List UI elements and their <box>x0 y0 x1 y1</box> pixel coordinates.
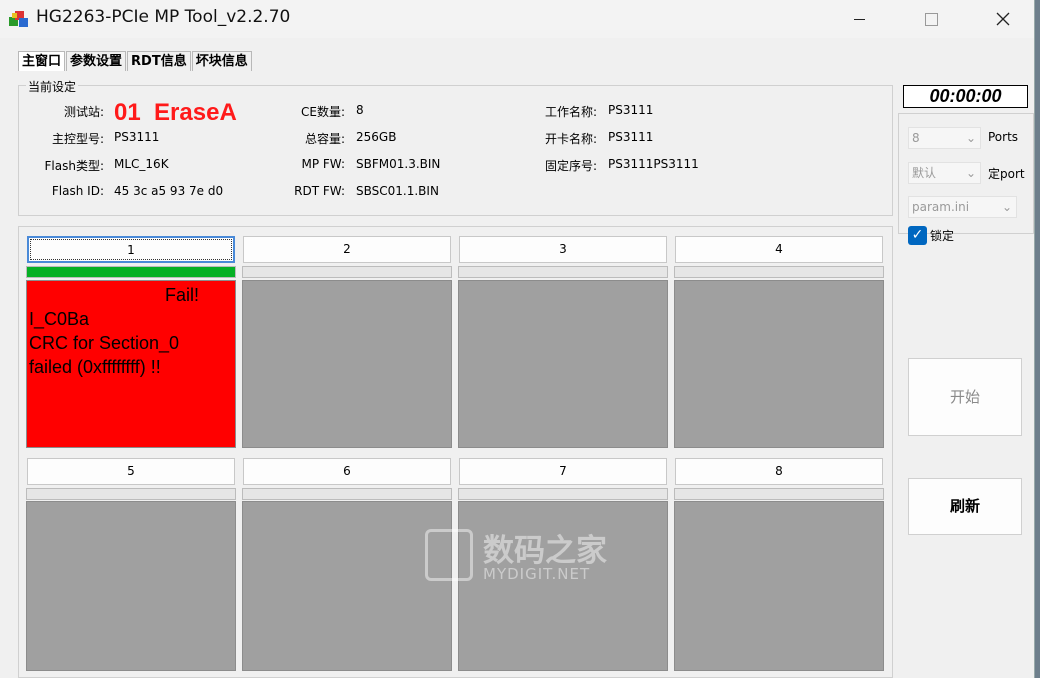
ini-select-value: param.ini <box>912 200 970 214</box>
port-6-button[interactable]: 6 <box>243 458 451 485</box>
work-name-value: PS3111 <box>608 103 654 117</box>
flash-type-value: MLC_16K <box>114 157 169 171</box>
port-5-progress <box>26 488 236 500</box>
ce-count-label: CE数量: <box>300 105 345 119</box>
ports-select-value: 8 <box>912 131 920 145</box>
app-icon <box>9 11 28 27</box>
maximize-icon <box>924 12 938 26</box>
lock-checkbox[interactable]: ✓ <box>908 226 927 245</box>
station-number: 01 <box>114 99 141 126</box>
start-button[interactable]: 开始 <box>908 358 1022 436</box>
watermark-logo-icon <box>425 529 473 581</box>
ini-select[interactable]: param.ini ⌄ <box>908 196 1017 218</box>
port-1-progress-fill <box>27 267 235 277</box>
port-1-fail-line: failed (0xffffffff) !! <box>29 357 161 377</box>
ce-count-value: 8 <box>356 103 364 117</box>
port-1-button[interactable]: 1 <box>27 236 235 263</box>
port-8-button[interactable]: 8 <box>675 458 883 485</box>
watermark: 数码之家 MYDIGIT.NET <box>425 523 625 583</box>
chevron-down-icon: ⌄ <box>965 131 976 145</box>
port-2-status-panel <box>242 280 452 448</box>
ports-select[interactable]: 8 ⌄ <box>908 127 981 149</box>
watermark-cn: 数码之家 <box>483 533 607 569</box>
port-7-button[interactable]: 7 <box>459 458 667 485</box>
station-display: 01 EraseA <box>114 99 237 127</box>
timer-display: 00:00:00 <box>903 85 1028 108</box>
tab-params[interactable]: 参数设置 <box>66 51 127 71</box>
port-1-fail-line: CRC for Section_0 <box>29 333 180 353</box>
mp-fw-value: SBFM01.3.BIN <box>356 157 441 171</box>
port-3-status-panel <box>458 280 668 448</box>
work-name-label: 工作名称: <box>544 105 597 119</box>
port-8-status-panel <box>674 501 884 671</box>
port-8-progress <box>674 488 884 500</box>
close-icon <box>996 12 1010 26</box>
tab-main[interactable]: 主窗口 <box>18 51 66 71</box>
port-7-progress <box>458 488 668 500</box>
chevron-down-icon: ⌄ <box>1001 200 1012 214</box>
current-settings-label: 当前设定 <box>26 78 79 95</box>
port-4-progress <box>674 266 884 278</box>
fixed-serial-value: PS3111PS3111 <box>608 157 699 171</box>
port-6-progress <box>242 488 452 500</box>
refresh-button[interactable]: 刷新 <box>908 478 1022 535</box>
port-3-progress <box>458 266 668 278</box>
port-2-button[interactable]: 2 <box>243 236 451 263</box>
port-4-status-panel <box>674 280 884 448</box>
capacity-value: 256GB <box>356 130 397 144</box>
chevron-down-icon: ⌄ <box>965 166 976 180</box>
window-title: HG2263-PCIe MP Tool_v2.2.70 <box>36 7 291 27</box>
mp-fw-label: MP FW: <box>301 157 345 171</box>
tab-rdt-info[interactable]: RDT信息 <box>127 51 191 71</box>
fix-port-label: 定port <box>988 167 1025 181</box>
port-5-status-panel <box>26 501 236 671</box>
card-name-value: PS3111 <box>608 130 654 144</box>
fixed-serial-label: 固定序号: <box>544 159 597 173</box>
watermark-en: MYDIGIT.NET <box>483 565 591 583</box>
flash-type-label: Flash类型: <box>44 159 105 173</box>
card-name-label: 开卡名称: <box>544 132 597 146</box>
port-6-status-panel <box>242 501 452 671</box>
checkmark-icon: ✓ <box>911 227 924 243</box>
port-3-button[interactable]: 3 <box>459 236 667 263</box>
port-1-fail-title: Fail! <box>164 285 199 305</box>
station-name: EraseA <box>154 99 237 126</box>
minimize-icon <box>853 18 865 20</box>
lock-label: 锁定 <box>930 229 955 243</box>
port-1-progress <box>26 266 236 278</box>
flash-id-label: Flash ID: <box>51 184 104 198</box>
rdt-fw-value: SBSC01.1.BIN <box>356 184 439 198</box>
controller-label: 主控型号: <box>51 132 104 146</box>
controller-value: PS3111 <box>114 130 160 144</box>
port-2-progress <box>242 266 452 278</box>
minimize-button[interactable] <box>836 0 882 38</box>
tab-bad-block[interactable]: 坏块信息 <box>191 51 252 71</box>
station-label: 测试站: <box>63 105 104 119</box>
maximize-button[interactable] <box>908 0 954 38</box>
port-5-button[interactable]: 5 <box>27 458 235 485</box>
main-window: HG2263-PCIe MP Tool_v2.2.70 主窗口 参数设置 RDT… <box>0 0 1035 678</box>
port-1-status-panel: Fail! I_C0Ba CRC for Section_0 failed (0… <box>26 280 236 448</box>
capacity-label: 总容量: <box>304 132 345 146</box>
port-4-button[interactable]: 4 <box>675 236 883 263</box>
rdt-fw-label: RDT FW: <box>294 184 345 198</box>
flash-id-value: 45 3c a5 93 7e d0 <box>114 184 224 198</box>
fix-port-select[interactable]: 默认 ⌄ <box>908 162 981 184</box>
close-button[interactable] <box>980 0 1026 38</box>
port-1-fail-line: I_C0Ba <box>29 309 90 329</box>
fix-port-select-value: 默认 <box>912 166 937 180</box>
ports-label: Ports <box>988 130 1019 144</box>
tab-bar: 主窗口 参数设置 RDT信息 坏块信息 <box>18 51 253 71</box>
title-bar: HG2263-PCIe MP Tool_v2.2.70 <box>0 0 1034 38</box>
